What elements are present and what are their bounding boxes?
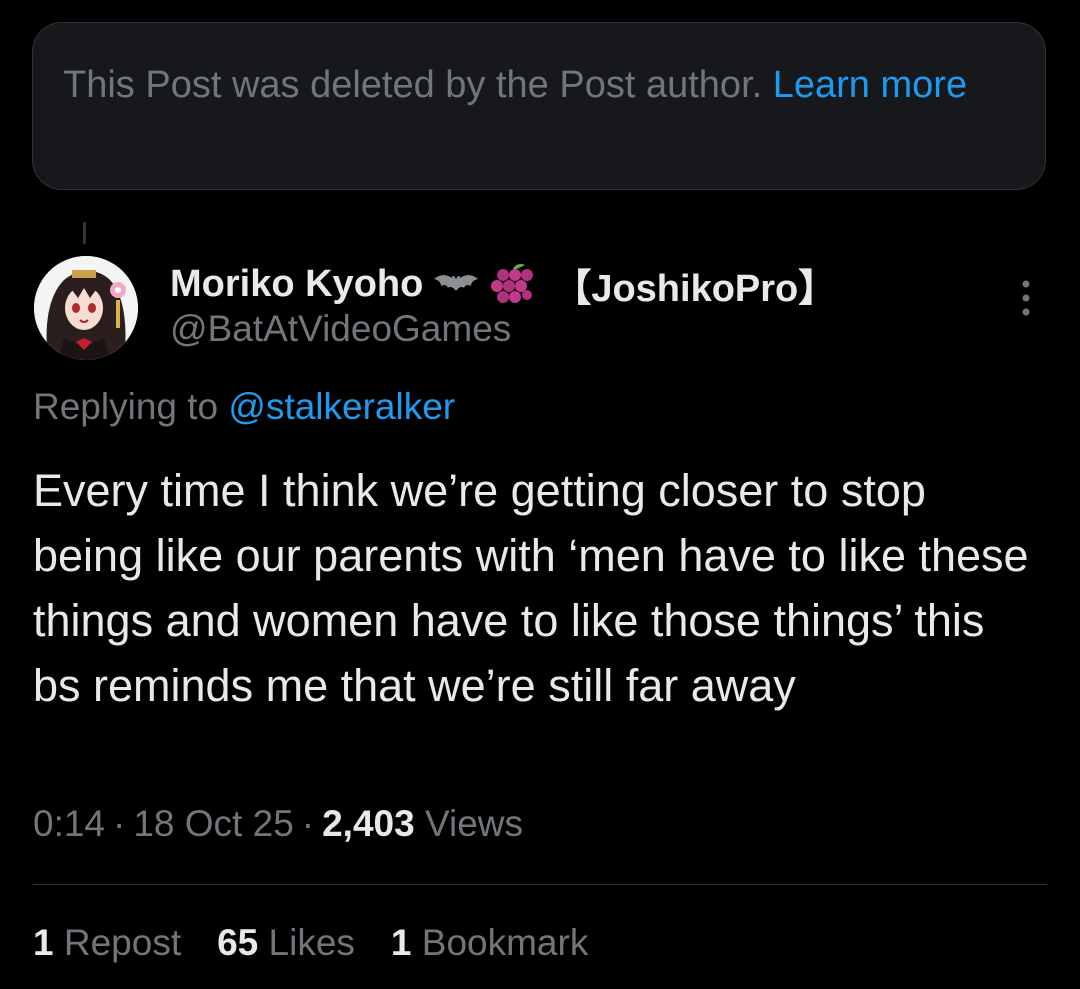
meta-separator: · [301, 803, 315, 844]
deleted-notice-text: This Post was deleted by the Post author… [63, 64, 773, 106]
author-handle[interactable]: @BatAtVideoGames [170, 308, 511, 350]
learn-more-link[interactable]: Learn more [773, 64, 967, 106]
likes-count: 65 [217, 922, 259, 963]
likes-stat[interactable]: 65 Likes [217, 922, 355, 964]
reposts-label: Repost [63, 922, 182, 963]
more-options-icon [1022, 280, 1030, 316]
likes-label: Likes [268, 922, 355, 963]
avatar-image [34, 256, 138, 360]
replying-to-row: Replying to @stalkeralker [33, 386, 455, 428]
views-count: 2,403 [322, 803, 415, 844]
divider [33, 884, 1047, 885]
grapes-emoji-icon [489, 261, 535, 307]
replying-to-label: Replying to [33, 386, 229, 427]
more-options-button[interactable] [1006, 276, 1046, 326]
author-name-row: Moriko Kyoho 【JoshikoPro】 [170, 259, 837, 310]
bookmarks-count: 1 [390, 922, 412, 963]
bookmarks-stat[interactable]: 1 Bookmark [391, 922, 588, 964]
author-name-suffix: 【JoshikoPro】 [553, 267, 837, 310]
bat-emoji-icon [433, 269, 479, 299]
bookmarks-label: Bookmark [421, 922, 589, 963]
replying-to-mention[interactable]: @stalkeralker [228, 386, 455, 427]
meta-separator: · [113, 803, 126, 844]
reposts-count: 1 [33, 922, 54, 963]
tweet-meta: 0:14 · 18 Oct 25 · 2,403 Views [33, 803, 523, 845]
engagement-stats: 1 Repost 65 Likes 1 Bookmark [33, 922, 588, 964]
reposts-stat[interactable]: 1 Repost [33, 922, 181, 964]
tweet-date[interactable]: 18 Oct 25 [133, 803, 293, 844]
thread-connector-line [83, 222, 86, 244]
author-display-name[interactable]: Moriko Kyoho [170, 263, 423, 306]
tweet-time[interactable]: 0:14 [33, 803, 105, 844]
avatar[interactable] [34, 256, 138, 360]
views-label: Views [424, 803, 524, 844]
deleted-post-notice: This Post was deleted by the Post author… [32, 22, 1046, 190]
tweet-text: Every time I think we’re getting closer … [33, 465, 1029, 711]
